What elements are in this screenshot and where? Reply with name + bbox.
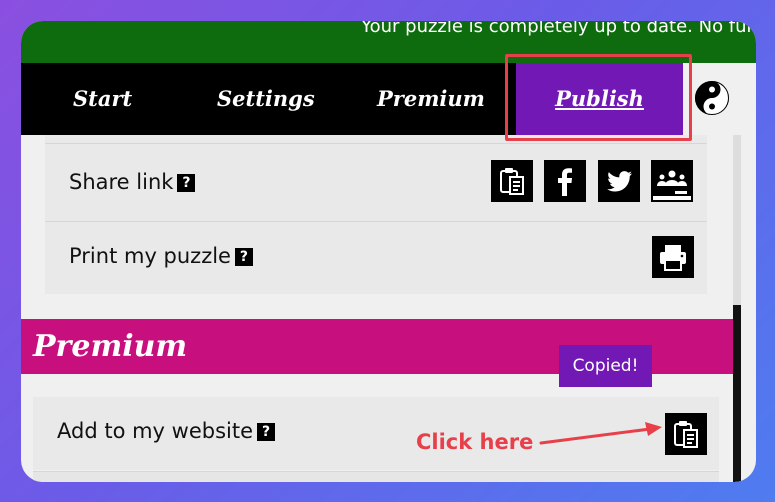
share-link-label: Share link [69, 170, 174, 194]
help-icon[interactable]: ? [177, 174, 196, 192]
copy-link-button[interactable] [491, 160, 533, 202]
theme-toggle[interactable] [683, 63, 756, 135]
row-divider [33, 471, 719, 482]
status-banner-text: Your puzzle is completely up to date. No… [361, 21, 754, 37]
annotation-arrow [539, 422, 662, 445]
clipboard-icon [674, 421, 698, 448]
help-icon[interactable]: ? [234, 248, 253, 266]
add-website-label: Add to my website [57, 419, 254, 443]
printer-icon [660, 245, 686, 271]
twitter-share-button[interactable] [598, 160, 640, 202]
facebook-share-button[interactable] [544, 160, 586, 202]
print-button[interactable] [652, 236, 694, 278]
print-row: Print my puzzle? [45, 221, 707, 294]
tab-start[interactable]: Start [73, 63, 132, 135]
help-icon[interactable]: ? [257, 423, 276, 441]
yin-yang-icon [695, 81, 729, 115]
classroom-icon [653, 162, 691, 196]
tab-premium[interactable]: Premium [377, 63, 485, 135]
facebook-icon [558, 168, 572, 196]
classroom-share-button[interactable] [651, 160, 693, 202]
twitter-icon [607, 171, 632, 192]
clipboard-icon [500, 168, 524, 195]
share-link-row: Share link? [45, 143, 707, 221]
copy-embed-button[interactable] [665, 413, 707, 455]
print-label: Print my puzzle [69, 244, 231, 268]
click-here-label: Click here [416, 430, 534, 454]
scrollbar-thumb[interactable] [733, 305, 741, 482]
copied-tooltip: Copied! [559, 345, 652, 387]
publish-highlight-box [505, 54, 692, 141]
tab-settings[interactable]: Settings [217, 63, 315, 135]
